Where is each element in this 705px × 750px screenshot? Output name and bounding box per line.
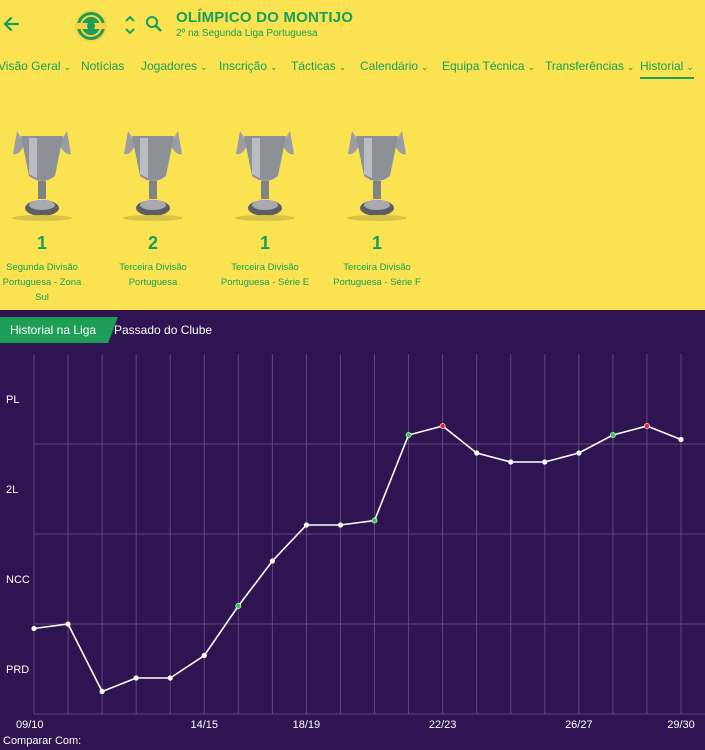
league-position-line [33,425,682,693]
y-axis-level-label: PL [6,394,19,406]
compare-with-label[interactable]: Comparar Com: [3,735,81,747]
tab-jogadores[interactable]: Jogadores ⌄ [141,57,208,79]
chevron-down-icon: ⌄ [63,62,72,72]
trophy-count: 1 [371,233,382,253]
chevron-down-icon: ⌄ [338,62,347,72]
y-axis-level-label: PRD [6,664,29,676]
season-data-point [201,652,207,659]
season-data-point [609,432,616,438]
chevron-down-icon: ⌄ [686,62,694,72]
season-data-point [235,603,242,609]
chevron-down-icon: ⌄ [421,62,429,72]
trophy-cup-icon [123,131,183,221]
search-icon[interactable] [145,15,163,33]
back-arrow-icon[interactable] [2,14,22,34]
chevron-down-icon: ⌄ [527,62,536,72]
y-axis-level-label: 2L [6,484,18,496]
season-data-point [371,517,378,524]
x-axis-season-label: 09/10 [16,719,44,731]
season-data-point [474,450,480,456]
x-axis-season-label: 26/27 [565,719,593,731]
y-axis-level-label: NCC [6,574,30,586]
trophy-count: 1 [259,233,270,253]
trophy-competition-name[interactable]: Terceira Divisão Portuguesa - Série F [332,260,422,290]
x-axis-season-label: 22/23 [429,719,457,731]
tab-noticias[interactable]: Notícias [81,57,124,79]
season-data-point [65,621,71,627]
trophy-competition-name[interactable]: Terceira Divisão Portuguesa [108,260,198,290]
club-crest-logo [74,6,108,46]
season-data-point [405,432,412,438]
season-data-point [439,423,446,429]
tab-visao-geral[interactable]: Visão Geral ⌄ [0,57,71,79]
chevron-down-icon: ⌄ [270,62,278,72]
season-data-point [508,459,514,465]
season-data-point [576,450,582,456]
trophy-cup-icon [347,131,407,221]
tab-inscricao[interactable]: Inscrição ⌄ [219,57,278,79]
club-name: OLÍMPICO DO MONTIJO [176,9,354,26]
season-data-point [167,675,173,681]
season-data-point [99,688,105,695]
x-axis-season-label: 18/19 [293,719,321,731]
season-data-point [269,558,275,564]
trophy-item[interactable]: 2 Terceira Divisão Portuguesa [108,126,198,306]
season-data-point [337,522,344,528]
chevron-down-icon: ⌄ [626,62,635,72]
x-axis-season-label: 29/30 [667,719,695,731]
trophy-item[interactable]: 1 Segunda Divisão Portuguesa - Zona Sul [0,126,87,306]
trophy-item[interactable]: 1 Terceira Divisão Portuguesa - Série E [220,126,310,306]
season-data-point [303,522,310,528]
trophy-count: 1 [36,233,47,253]
subtab-passado-do-clube[interactable]: Passado do Clube [114,317,212,343]
tab-equipa-tecnica[interactable]: Equipa Técnica ⌄ [442,57,535,79]
season-data-point [644,423,650,429]
tab-tacticas[interactable]: Tácticas ⌄ [291,57,346,79]
season-data-point [678,436,684,443]
trophy-cup-icon [12,131,72,221]
trophy-cup-icon [235,131,295,221]
trophy-item[interactable]: 1 Terceira Divisão Portuguesa - Série F [332,126,422,306]
club-header: OLÍMPICO DO MONTIJO 2º na Segunda Liga P… [0,0,705,310]
league-history-panel: Historial na Liga Passado do Clube PRD NC… [0,312,705,750]
x-axis-season-label: 14/15 [190,719,218,731]
trophy-competition-name[interactable]: Segunda Divisão Portuguesa - Zona Sul [0,260,87,305]
club-league-position: 2º na Segunda Liga Portuguesa [176,28,318,39]
tab-historial[interactable]: Historial ⌄ [640,57,694,79]
tab-transferencias[interactable]: Transferências ⌄ [545,57,634,79]
league-history-chart: PRD NCC 2L PL 09/10 14/15 18/19 22/23 26/27 29/30 [6,354,705,731]
switch-club-arrows-icon[interactable] [124,13,136,37]
chevron-down-icon: ⌄ [200,62,208,72]
subtab-historial-na-liga[interactable]: Historial na Liga [0,317,118,343]
trophy-count: 2 [147,233,158,253]
season-data-point [31,625,37,632]
navigation-tabs: Visão Geral ⌄ Notícias Jogadores ⌄ Inscriç… [0,57,705,83]
tab-calendario[interactable]: Calendário ⌄ [360,57,429,79]
season-data-point [133,675,139,681]
season-data-point [542,459,548,465]
trophy-competition-name[interactable]: Terceira Divisão Portuguesa - Série E [220,260,310,290]
